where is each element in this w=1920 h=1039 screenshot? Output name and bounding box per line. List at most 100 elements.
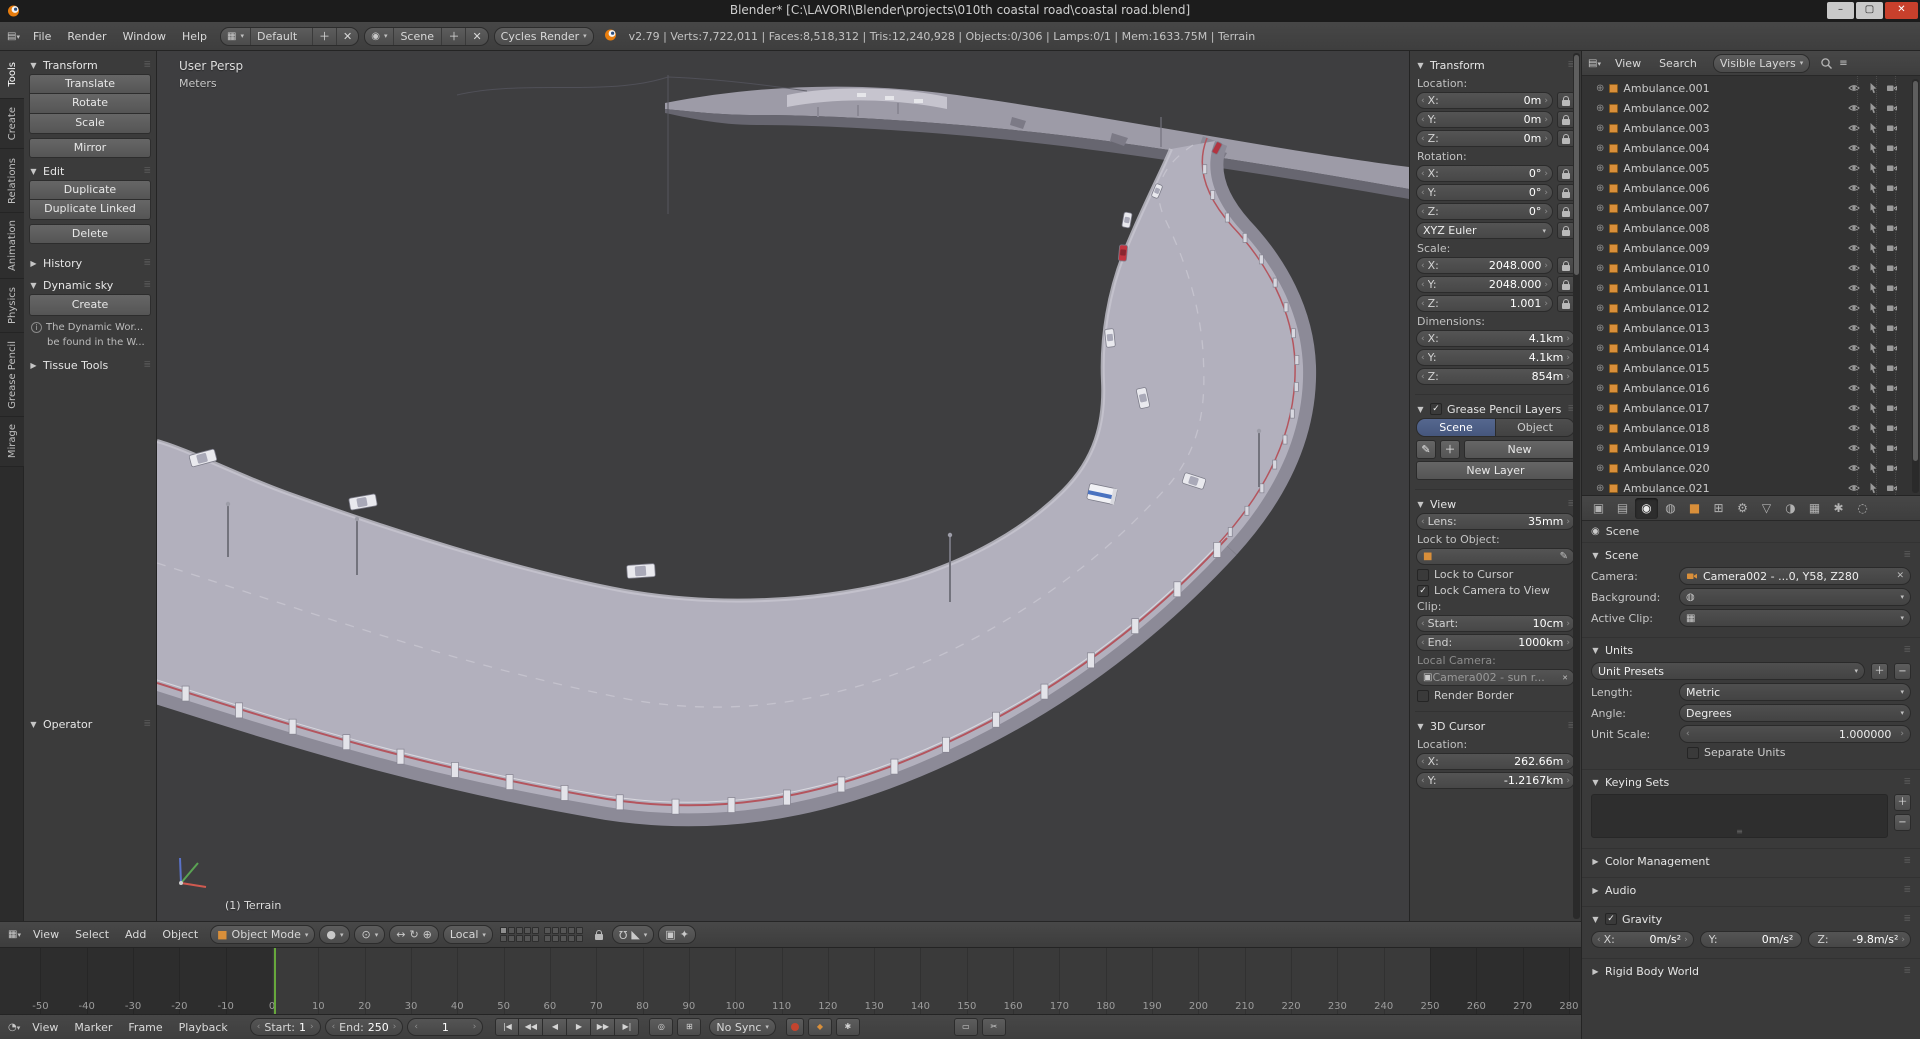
expand-icon[interactable]: ⊕ — [1596, 383, 1604, 394]
outliner-display-mode-dropdown[interactable]: Visible Layers ▾ — [1712, 53, 1811, 73]
toolshelf-tab-physics[interactable]: Physics — [0, 279, 24, 333]
renderable-camera-icon[interactable] — [1886, 482, 1898, 494]
selectable-cursor-icon[interactable] — [1867, 202, 1879, 214]
object-name[interactable]: Ambulance.015 — [1623, 362, 1709, 375]
gp-add-icon[interactable]: ＋ — [1440, 440, 1460, 459]
selectable-cursor-icon[interactable] — [1867, 342, 1879, 354]
object-name[interactable]: Ambulance.017 — [1623, 402, 1709, 415]
outliner-row[interactable]: ⊕ Ambulance.014 — [1582, 338, 1920, 358]
outliner-row[interactable]: ⊕ Ambulance.017 — [1582, 398, 1920, 418]
selectable-cursor-icon[interactable] — [1867, 382, 1879, 394]
preview-range-icon[interactable]: ▭ — [953, 1018, 978, 1036]
visibility-eye-icon[interactable] — [1848, 102, 1860, 114]
menu-view[interactable]: View — [25, 926, 67, 943]
outliner-row[interactable]: ⊕ Ambulance.007 — [1582, 198, 1920, 218]
panel-header-color-management[interactable]: ▶ Color Management ≣ — [1591, 852, 1911, 870]
keying-add-button[interactable]: ＋ — [1894, 794, 1911, 811]
renderable-camera-icon[interactable] — [1886, 362, 1898, 374]
menu-object[interactable]: Object — [154, 926, 206, 943]
separate-units-checkbox[interactable]: Separate Units — [1687, 746, 1785, 759]
number-field-z[interactable]: ‹ Z: 1.001 › — [1416, 295, 1553, 312]
viewport-shading-dropdown[interactable]: ● ▾ — [319, 925, 351, 944]
lock-camera-to-view-checkbox[interactable]: ✓ Lock Camera to View — [1417, 584, 1575, 597]
checkbox-checked[interactable]: ✓ — [1605, 913, 1617, 925]
angle-dropdown[interactable]: Degrees ▾ — [1679, 704, 1911, 722]
menu-help[interactable]: Help — [174, 28, 215, 45]
panel-header-transform[interactable]: ▼ Transform ≣ — [1416, 56, 1575, 74]
panel-header-3d-cursor[interactable]: ▼ 3D Cursor ≣ — [1416, 717, 1575, 735]
clip-end-field[interactable]: ‹ End: 1000km › — [1416, 634, 1575, 651]
rotate-button[interactable]: Rotate — [29, 94, 151, 114]
renderable-camera-icon[interactable] — [1886, 262, 1898, 274]
number-field-x[interactable]: ‹ X: 262.66m › — [1416, 753, 1575, 770]
frame-start-field[interactable]: ‹ Start: 1 › — [249, 1018, 321, 1036]
object-name[interactable]: Ambulance.012 — [1623, 302, 1709, 315]
expand-icon[interactable]: ⊕ — [1596, 143, 1604, 154]
expand-icon[interactable]: ⊕ — [1596, 123, 1604, 134]
panel-header-operator[interactable]: ▼ Operator ≣ — [29, 715, 151, 733]
lens-slider[interactable]: ‹ Lens: 35mm › — [1416, 513, 1575, 530]
visibility-eye-icon[interactable] — [1848, 442, 1860, 454]
object-name[interactable]: Ambulance.002 — [1623, 102, 1709, 115]
visibility-eye-icon[interactable] — [1848, 182, 1860, 194]
properties-tab-render-icon[interactable]: ▣ — [1587, 498, 1610, 519]
layout-delete-button[interactable]: ✕ — [335, 27, 358, 45]
checkbox-checked[interactable]: ✓ — [1430, 403, 1442, 415]
visibility-eye-icon[interactable] — [1848, 462, 1860, 474]
outliner-row[interactable]: ⊕ Ambulance.009 — [1582, 238, 1920, 258]
play-button[interactable]: ▶ — [567, 1018, 592, 1036]
selectable-cursor-icon[interactable] — [1867, 302, 1879, 314]
active-clip-field[interactable]: ▦ ▾ — [1679, 609, 1911, 627]
properties-tab-constraints-icon[interactable]: ⊞ — [1707, 498, 1730, 519]
expand-icon[interactable]: ⊕ — [1596, 83, 1604, 94]
current-frame-indicator[interactable] — [274, 948, 276, 1014]
selectable-cursor-icon[interactable] — [1867, 462, 1879, 474]
number-field-x[interactable]: ‹ X: 0m › — [1416, 92, 1553, 109]
properties-tab-render-layers-icon[interactable]: ▤ — [1611, 498, 1634, 519]
visibility-eye-icon[interactable] — [1848, 382, 1860, 394]
visibility-eye-icon[interactable] — [1848, 482, 1860, 494]
auto-keyframe-icon[interactable]: ◎ — [649, 1018, 674, 1036]
object-name[interactable]: Ambulance.010 — [1623, 262, 1709, 275]
object-name[interactable]: Ambulance.013 — [1623, 322, 1709, 335]
outliner-row[interactable]: ⊕ Ambulance.010 — [1582, 258, 1920, 278]
scissors-icon[interactable]: ✂ — [981, 1018, 1006, 1036]
expand-icon[interactable]: ⊕ — [1596, 443, 1604, 454]
selectable-cursor-icon[interactable] — [1867, 142, 1879, 154]
manipulator-toggles[interactable]: ↔ ↻ ⊕ — [389, 925, 439, 944]
scene-camera-field[interactable]: Camera002 - ...0, Y58, Z280 ✕ — [1679, 567, 1911, 585]
outliner-editor-icon[interactable]: ▤▾ — [1588, 58, 1601, 69]
selectable-cursor-icon[interactable] — [1867, 102, 1879, 114]
rotation-mode-dropdown[interactable]: XYZ Euler ▾ — [1416, 222, 1553, 239]
lock-scene-layers-icon[interactable] — [590, 926, 608, 943]
outliner-row[interactable]: ⊕ Ambulance.015 — [1582, 358, 1920, 378]
number-field-x[interactable]: ‹ X: 0° › — [1416, 165, 1553, 182]
outliner-row[interactable]: ⊕ Ambulance.006 — [1582, 178, 1920, 198]
expand-icon[interactable]: ⊕ — [1596, 323, 1604, 334]
outliner-row[interactable]: ⊕ Ambulance.019 — [1582, 438, 1920, 458]
frame-end-field[interactable]: ‹ End: 250 › — [324, 1018, 404, 1036]
panel-header-dynamic-sky[interactable]: ▼ Dynamic sky ≣ — [29, 276, 151, 294]
renderable-camera-icon[interactable] — [1886, 122, 1898, 134]
object-name[interactable]: Ambulance.018 — [1623, 422, 1709, 435]
selectable-cursor-icon[interactable] — [1867, 362, 1879, 374]
number-field-y[interactable]: ‹ Y: 0° › — [1416, 184, 1553, 201]
panel-header-keying-sets[interactable]: ▼ Keying Sets ≣ — [1591, 773, 1911, 791]
outliner-scrollbar[interactable] — [1912, 79, 1919, 493]
selectable-cursor-icon[interactable] — [1867, 222, 1879, 234]
panel-header-units[interactable]: ▼ Units ≣ — [1591, 641, 1911, 659]
number-field-z[interactable]: ‹ Z: 0m › — [1416, 130, 1553, 147]
panel-header-gravity[interactable]: ▼ ✓ Gravity ≣ — [1591, 910, 1911, 928]
menu-view[interactable]: View — [24, 1019, 66, 1036]
clip-start-field[interactable]: ‹ Start: 10cm › — [1416, 615, 1575, 632]
properties-tab-world-icon[interactable]: ◍ — [1659, 498, 1682, 519]
unit-presets-dropdown[interactable]: Unit Presets ▾ — [1591, 662, 1865, 680]
preset-remove-button[interactable]: − — [1894, 662, 1911, 680]
layer-visibility-grid[interactable] — [499, 927, 583, 942]
expand-icon[interactable]: ⊕ — [1596, 163, 1604, 174]
expand-icon[interactable]: ⊕ — [1596, 283, 1604, 294]
number-field-z[interactable]: ‹ Z: 0° › — [1416, 203, 1553, 220]
visibility-eye-icon[interactable] — [1848, 342, 1860, 354]
object-name[interactable]: Ambulance.007 — [1623, 202, 1709, 215]
object-name[interactable]: Ambulance.011 — [1623, 282, 1709, 295]
